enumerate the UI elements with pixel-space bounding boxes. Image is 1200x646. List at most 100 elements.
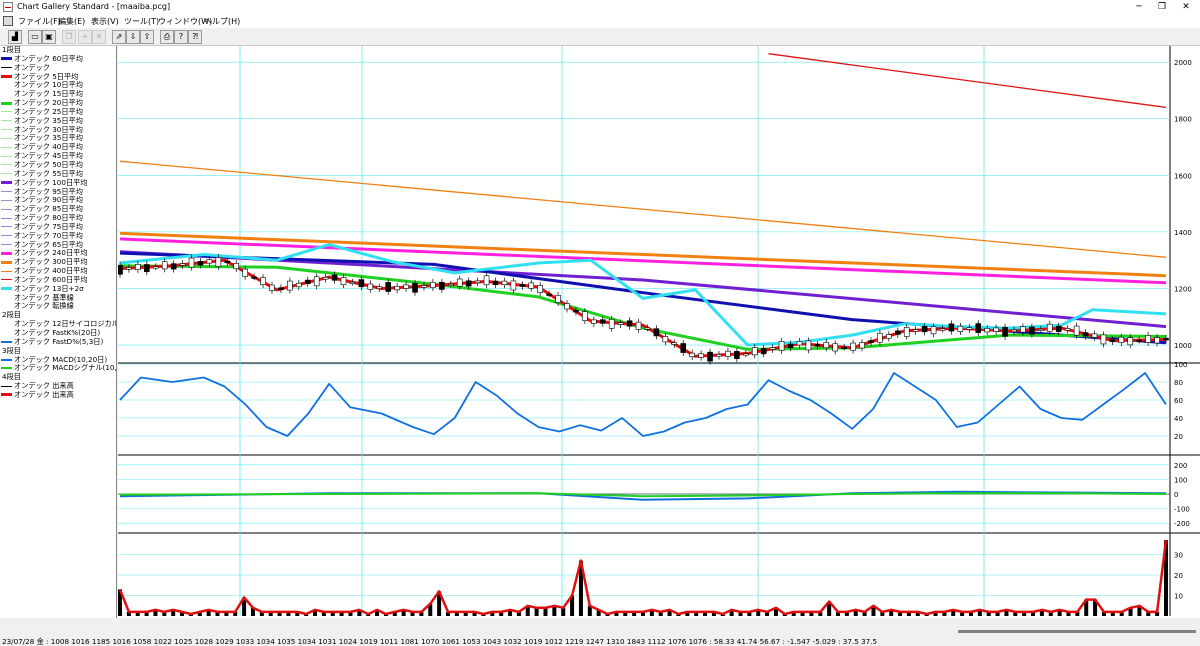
legend-item[interactable]: オンデック 基準線 bbox=[0, 294, 116, 303]
crosshair-button[interactable]: + bbox=[78, 30, 92, 44]
candle-body bbox=[716, 354, 722, 357]
menu-tools[interactable]: ツール(T) bbox=[124, 16, 159, 27]
legend-item[interactable]: オンデック MACDシグナル(10,20 bbox=[0, 364, 116, 373]
legend-item[interactable]: オンデック 15日平均 bbox=[0, 90, 116, 99]
document-icon[interactable] bbox=[3, 16, 13, 26]
legend-item[interactable]: オンデック 20日平均 bbox=[0, 99, 116, 108]
y-tick-label: 60 bbox=[1174, 397, 1183, 405]
legend-item[interactable]: オンデック FastK%(20日) bbox=[0, 329, 116, 338]
line-tool-button[interactable]: ⇗ bbox=[112, 30, 126, 44]
legend-item[interactable]: オンデック 12日サイコロジカル bbox=[0, 320, 116, 329]
legend-item[interactable]: オンデック 出来高 bbox=[0, 391, 116, 400]
candle-body bbox=[769, 347, 776, 350]
upload-button[interactable]: ⇧ bbox=[140, 30, 154, 44]
legend-item[interactable]: オンデック 300日平均 bbox=[0, 258, 116, 267]
legend-item[interactable]: オンデック 60日平均 bbox=[0, 55, 116, 64]
legend-label: オンデック 70日平均 bbox=[14, 231, 83, 240]
save-button[interactable]: ▣ bbox=[42, 30, 56, 44]
legend-item[interactable]: オンデック 35日平均 bbox=[0, 134, 116, 143]
legend-swatch bbox=[1, 367, 12, 370]
candle-body bbox=[304, 279, 311, 285]
upload-icon: ⇧ bbox=[143, 32, 151, 41]
print-button[interactable]: ⎙ bbox=[160, 30, 174, 44]
download-button[interactable]: ⇩ bbox=[126, 30, 140, 44]
candle-body bbox=[349, 281, 356, 284]
legend-section-header[interactable]: 2段目 bbox=[0, 311, 116, 320]
legend-swatch bbox=[1, 181, 12, 185]
menu-help[interactable]: ヘルプ(H) bbox=[204, 16, 240, 27]
candle-body bbox=[734, 351, 740, 359]
y-tick-label: 10 bbox=[1174, 593, 1183, 601]
y-tick-label: 1800 bbox=[1174, 116, 1192, 124]
legend-item[interactable]: オンデック 13日+2σ bbox=[0, 285, 116, 294]
menu-file[interactable]: ファイル(F) bbox=[18, 16, 61, 27]
legend-section-header[interactable]: 1段目 bbox=[0, 46, 116, 55]
menu-view[interactable]: 表示(V) bbox=[91, 16, 119, 27]
copy-button[interactable]: ❐ bbox=[62, 30, 76, 44]
legend-label: オンデック 13日+2σ bbox=[14, 284, 84, 293]
candle-body bbox=[1064, 328, 1071, 331]
legend-item[interactable]: オンデック 600日平均 bbox=[0, 276, 116, 285]
legend-item[interactable]: オンデック 240日平均 bbox=[0, 249, 116, 258]
legend-item[interactable]: オンデック 90日平均 bbox=[0, 196, 116, 205]
candle-body bbox=[1145, 335, 1151, 343]
candle-body bbox=[841, 346, 847, 350]
horizontal-scrollbar[interactable] bbox=[0, 628, 1200, 637]
legend-item[interactable]: オンデック bbox=[0, 64, 116, 73]
context-help-icon: ⁈ bbox=[192, 32, 198, 41]
legend-label: オンデック 出来高 bbox=[14, 390, 74, 399]
legend-item[interactable]: オンデック 95日平均 bbox=[0, 188, 116, 197]
legend-item[interactable]: オンデック MACD(10,20日) bbox=[0, 356, 116, 365]
menu-edit[interactable]: 編集(E) bbox=[58, 16, 85, 27]
candle-body bbox=[966, 327, 973, 330]
open-button[interactable]: ▭ bbox=[28, 30, 42, 44]
candle-body bbox=[725, 350, 731, 357]
legend-section-header[interactable]: 4段目 bbox=[0, 373, 116, 382]
legend-item[interactable]: オンデック 65日平均 bbox=[0, 241, 116, 250]
legend-item[interactable]: オンデック 50日平均 bbox=[0, 161, 116, 170]
legend-item[interactable]: オンデック 55日平均 bbox=[0, 170, 116, 179]
candle-body bbox=[144, 264, 150, 273]
y-tick-label: -100 bbox=[1174, 506, 1190, 514]
legend-item[interactable]: オンデック 転換線 bbox=[0, 302, 116, 311]
candle-body bbox=[385, 282, 392, 292]
legend-swatch bbox=[1, 208, 12, 210]
legend-section-header[interactable]: 3段目 bbox=[0, 347, 116, 356]
legend-item[interactable]: オンデック 400日平均 bbox=[0, 267, 116, 276]
legend-label: 1段目 bbox=[2, 46, 21, 54]
candle-body bbox=[760, 348, 767, 355]
legend-label: オンデック 25日平均 bbox=[14, 107, 83, 116]
delete-button[interactable]: ✕ bbox=[92, 30, 106, 44]
context-help-button[interactable]: ⁈ bbox=[188, 30, 202, 44]
legend-label: オンデック 55日平均 bbox=[14, 169, 83, 178]
legend-item[interactable]: オンデック 5日平均 bbox=[0, 73, 116, 82]
legend-label: オンデック 12日サイコロジカル bbox=[14, 320, 116, 329]
legend-label: オンデック 35日平均 bbox=[14, 134, 83, 143]
legend-item[interactable]: オンデック 35日平均 bbox=[0, 117, 116, 126]
legend-item[interactable]: オンデック 10日平均 bbox=[0, 81, 116, 90]
chart-button[interactable]: ▟ bbox=[8, 30, 22, 44]
candle-body bbox=[823, 342, 830, 349]
restore-button[interactable]: ❐ bbox=[1150, 0, 1174, 14]
legend-item[interactable]: オンデック FastD%(5,3日) bbox=[0, 338, 116, 347]
help-button[interactable]: ? bbox=[174, 30, 188, 44]
close-button[interactable]: ✕ bbox=[1174, 0, 1198, 14]
candle-body bbox=[376, 286, 383, 289]
legend-item[interactable]: オンデック 100日平均 bbox=[0, 179, 116, 188]
minimize-button[interactable]: ─ bbox=[1127, 0, 1151, 14]
legend-item[interactable]: オンデック 40日平均 bbox=[0, 143, 116, 152]
legend-item[interactable]: オンデック 25日平均 bbox=[0, 108, 116, 117]
legend-item[interactable]: オンデック 85日平均 bbox=[0, 205, 116, 214]
legend-item[interactable]: オンデック 45日平均 bbox=[0, 152, 116, 161]
legend-item[interactable]: オンデック 出来高 bbox=[0, 382, 116, 391]
delete-icon: ✕ bbox=[95, 32, 103, 41]
scrollbar-thumb[interactable] bbox=[958, 630, 1196, 633]
copy-icon: ❐ bbox=[65, 32, 73, 41]
candle-body bbox=[447, 283, 454, 287]
legend-item[interactable]: オンデック 30日平均 bbox=[0, 126, 116, 135]
chart-area[interactable]: 10001200140016001800200020406080100-200-… bbox=[118, 46, 1200, 618]
legend-item[interactable]: オンデック 70日平均 bbox=[0, 232, 116, 241]
legend-panel: 1段目 オンデック 60日平均 オンデック オンデック 5日平均 オンデック 10日平均… bbox=[0, 46, 117, 618]
legend-item[interactable]: オンデック 75日平均 bbox=[0, 223, 116, 232]
legend-item[interactable]: オンデック 80日平均 bbox=[0, 214, 116, 223]
